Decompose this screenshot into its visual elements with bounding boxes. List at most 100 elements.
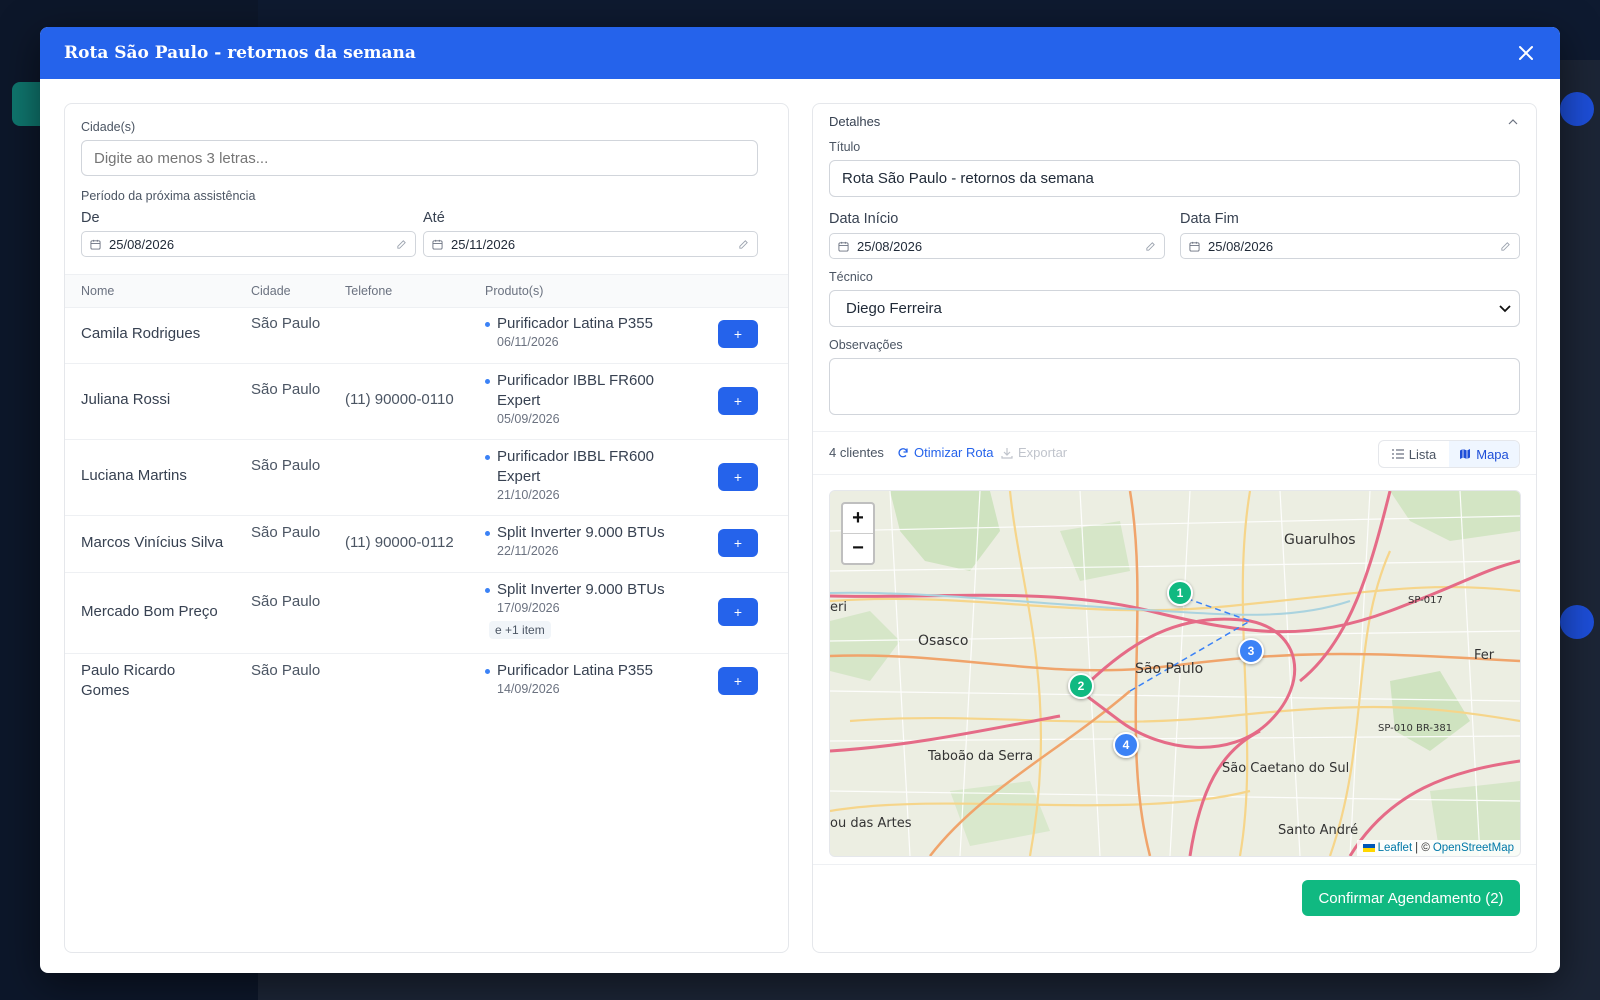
zoom-out-button[interactable]: −: [843, 534, 873, 563]
title-label: Título: [829, 140, 861, 154]
edit-icon: [1146, 241, 1155, 251]
client-name: Luciana Martins: [81, 467, 187, 484]
refresh-icon: [898, 447, 908, 457]
col-header-products: Produto(s): [485, 284, 544, 298]
product-date: 05/09/2026: [497, 412, 560, 426]
optimize-route-button[interactable]: Otimizar Rota: [897, 445, 993, 460]
technician-label: Técnico: [829, 270, 873, 284]
map-label-sp017: SP-017: [1408, 595, 1443, 606]
list-icon: [1391, 449, 1404, 459]
period-label: Período da próxima assistência: [81, 189, 256, 203]
col-header-phone: Telefone: [345, 284, 393, 298]
map-marker[interactable]: 3: [1238, 638, 1264, 664]
to-date-input[interactable]: 25/11/2026: [423, 231, 758, 257]
map-attribution: Leaflet | © OpenStreetMap: [1356, 840, 1520, 856]
product-date: 06/11/2026: [497, 335, 559, 349]
client-city: São Paulo: [251, 315, 321, 332]
optimize-route-label: Otimizar Rota: [914, 445, 994, 460]
route-map[interactable]: Guarulhos Osasco São Paulo Taboão da Ser…: [829, 490, 1521, 857]
map-label-fer: Fer: [1474, 648, 1495, 663]
details-section-label: Detalhes: [829, 114, 881, 129]
client-phone: (11) 90000-0112: [345, 534, 454, 551]
add-client-button[interactable]: +: [718, 463, 758, 491]
product-name: Purificador Latina P355: [485, 314, 685, 334]
technician-select[interactable]: Diego Ferreira: [829, 290, 1520, 327]
map-marker[interactable]: 4: [1113, 732, 1139, 758]
map-label-sp010: SP-010 BR-381: [1378, 723, 1452, 734]
start-date-label: Data Início: [829, 211, 899, 227]
add-client-button[interactable]: +: [718, 387, 758, 415]
map-label-santo-andre: Santo André: [1278, 823, 1358, 838]
background-blue-button: [1560, 605, 1594, 639]
clients-table-header: Nome Cidade Telefone Produto(s): [65, 274, 788, 308]
client-count: 4 clientes: [829, 445, 884, 460]
modal-title: Rota São Paulo - retornos da semana: [64, 43, 416, 63]
add-client-button[interactable]: +: [718, 598, 758, 626]
attribution-separator: | ©: [1415, 842, 1430, 854]
client-name: Camila Rodrigues: [81, 325, 201, 342]
table-row: Marcos Vinícius Silva São Paulo (11) 900…: [65, 515, 788, 573]
client-name: Juliana Rossi: [81, 391, 171, 408]
start-date-input[interactable]: 25/08/2026: [829, 233, 1165, 259]
map-marker[interactable]: 1: [1167, 580, 1193, 606]
add-client-button[interactable]: +: [718, 667, 758, 695]
route-modal: Rota São Paulo - retornos da semana Cida…: [40, 27, 1560, 973]
chevron-up-icon[interactable]: [1508, 118, 1518, 126]
client-search-panel: Cidade(s) Período da próxima assistência…: [64, 103, 789, 953]
client-city: São Paulo: [251, 381, 321, 398]
add-client-button[interactable]: +: [718, 320, 758, 348]
client-phone: (11) 90000-0110: [345, 391, 454, 408]
end-date-label: Data Fim: [1180, 211, 1239, 227]
route-title-input[interactable]: [829, 160, 1520, 197]
product-name: Split Inverter 9.000 BTUs: [485, 580, 685, 600]
leaflet-link[interactable]: Leaflet: [1378, 842, 1413, 854]
plus-icon: +: [733, 535, 743, 551]
confirm-schedule-button[interactable]: Confirmar Agendamento (2): [1302, 880, 1520, 916]
product-name: Split Inverter 9.000 BTUs: [485, 523, 685, 543]
map-label-sao-paulo: São Paulo: [1135, 661, 1203, 677]
export-label: Exportar: [1018, 445, 1068, 460]
table-row: Camila Rodrigues São Paulo Purificador L…: [65, 306, 788, 364]
edit-icon: [1501, 241, 1510, 251]
from-date-input[interactable]: 25/08/2026: [81, 231, 416, 257]
map-label-sao-caetano: São Caetano do Sul: [1222, 761, 1349, 776]
product-name: Purificador IBBL FR600 Expert: [485, 447, 655, 487]
route-toolbar: 4 clientes Otimizar Rota Exportar Lista …: [813, 431, 1536, 475]
list-view-label: Lista: [1408, 446, 1437, 462]
map-marker[interactable]: 2: [1068, 673, 1094, 699]
edit-icon: [397, 239, 406, 249]
map-zoom-control: + −: [841, 502, 875, 565]
notes-textarea[interactable]: [829, 358, 1520, 415]
product-date: 22/11/2026: [497, 544, 559, 558]
list-view-tab[interactable]: Lista: [1379, 441, 1449, 467]
zoom-in-button[interactable]: +: [843, 504, 873, 534]
chevron-down-icon: [1499, 304, 1511, 312]
end-date-input[interactable]: 25/08/2026: [1180, 233, 1520, 259]
product-date: 17/09/2026: [497, 601, 560, 615]
to-label: Até: [423, 210, 445, 226]
close-button[interactable]: [1514, 41, 1538, 65]
footer-divider: [813, 864, 1536, 865]
city-search-input[interactable]: [81, 140, 758, 176]
end-date-value: 25/08/2026: [1208, 238, 1274, 254]
calendar-icon: [432, 239, 443, 250]
table-row: Paulo Ricardo Gomes São Paulo Purificado…: [65, 653, 788, 710]
col-header-name: Nome: [81, 284, 115, 298]
start-date-value: 25/08/2026: [857, 238, 923, 254]
map-view-tab[interactable]: Mapa: [1449, 441, 1519, 467]
plus-icon: +: [733, 469, 743, 485]
calendar-icon: [838, 241, 849, 252]
client-city: São Paulo: [251, 457, 321, 474]
map-tiles: Guarulhos Osasco São Paulo Taboão da Ser…: [830, 491, 1520, 856]
client-name: Paulo Ricardo Gomes: [81, 662, 176, 699]
city-label: Cidade(s): [81, 120, 136, 134]
calendar-icon: [90, 239, 101, 250]
from-date-value: 25/08/2026: [109, 236, 175, 252]
add-client-button[interactable]: +: [718, 529, 758, 557]
osm-link[interactable]: OpenStreetMap: [1433, 842, 1514, 854]
client-name: Marcos Vinícius Silva: [81, 534, 224, 551]
export-button[interactable]: Exportar: [1001, 445, 1067, 460]
product-date: 21/10/2026: [497, 488, 560, 502]
client-city: São Paulo: [251, 593, 321, 610]
product-date: 14/09/2026: [497, 682, 560, 696]
